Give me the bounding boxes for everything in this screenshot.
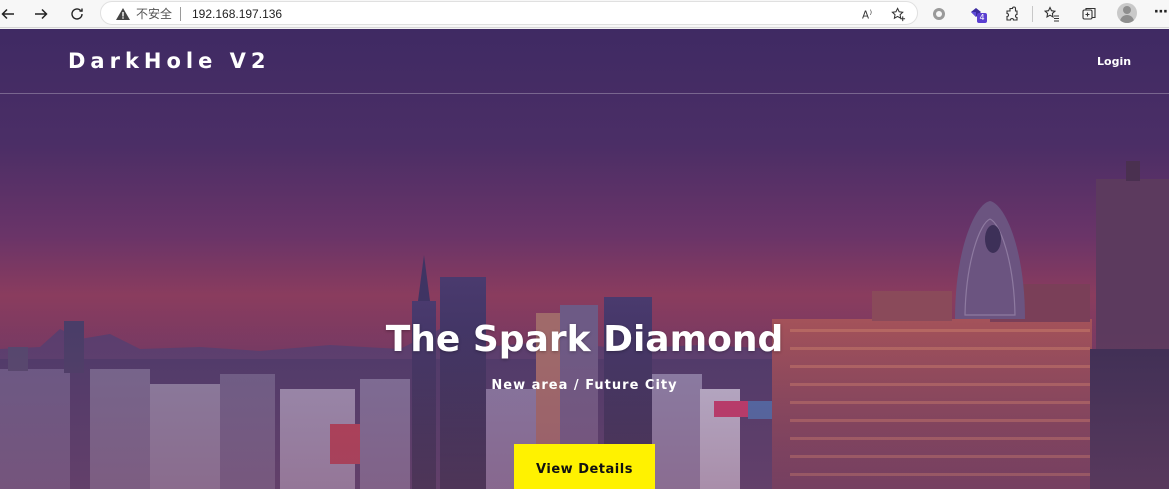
back-arrow-icon[interactable]: [0, 2, 20, 26]
address-divider: [180, 7, 181, 21]
address-bar[interactable]: 不安全 192.168.197.136 A): [100, 1, 918, 25]
hero-subtitle: New area / Future City: [491, 378, 678, 393]
browser-toolbar: 不安全 192.168.197.136 A) 4 ⋯: [0, 0, 1169, 28]
web-page: DarkHole V2 Login The Spark Diamond New …: [0, 29, 1169, 489]
puzzle-extensions-icon[interactable]: [1001, 3, 1023, 25]
favorites-icon[interactable]: [1041, 3, 1063, 25]
circle-extension-icon[interactable]: [928, 3, 950, 25]
more-menu-icon[interactable]: ⋯: [1153, 2, 1169, 24]
url-text[interactable]: 192.168.197.136: [192, 6, 282, 22]
refresh-icon[interactable]: [65, 2, 89, 26]
forward-arrow-icon[interactable]: [29, 2, 53, 26]
svg-text:A: A: [861, 9, 868, 21]
login-link[interactable]: Login: [1097, 55, 1131, 68]
site-logo[interactable]: DarkHole V2: [68, 49, 271, 73]
view-details-button[interactable]: View Details: [514, 444, 655, 489]
warning-icon[interactable]: [115, 6, 131, 22]
security-label[interactable]: 不安全: [136, 6, 172, 22]
city-skyline-background: [0, 161, 1169, 489]
toolbar-divider: [1032, 6, 1033, 22]
hero-title: The Spark Diamond: [385, 319, 784, 360]
collections-icon[interactable]: [1078, 3, 1100, 25]
extension-badge-icon[interactable]: 4: [965, 3, 987, 25]
svg-text:): ): [869, 8, 872, 16]
extension-badge-count: 4: [977, 13, 987, 23]
add-favorite-icon[interactable]: [889, 5, 907, 23]
site-header: DarkHole V2 Login: [0, 29, 1169, 94]
read-aloud-icon[interactable]: A): [859, 5, 877, 23]
profile-avatar-icon[interactable]: [1117, 3, 1137, 23]
